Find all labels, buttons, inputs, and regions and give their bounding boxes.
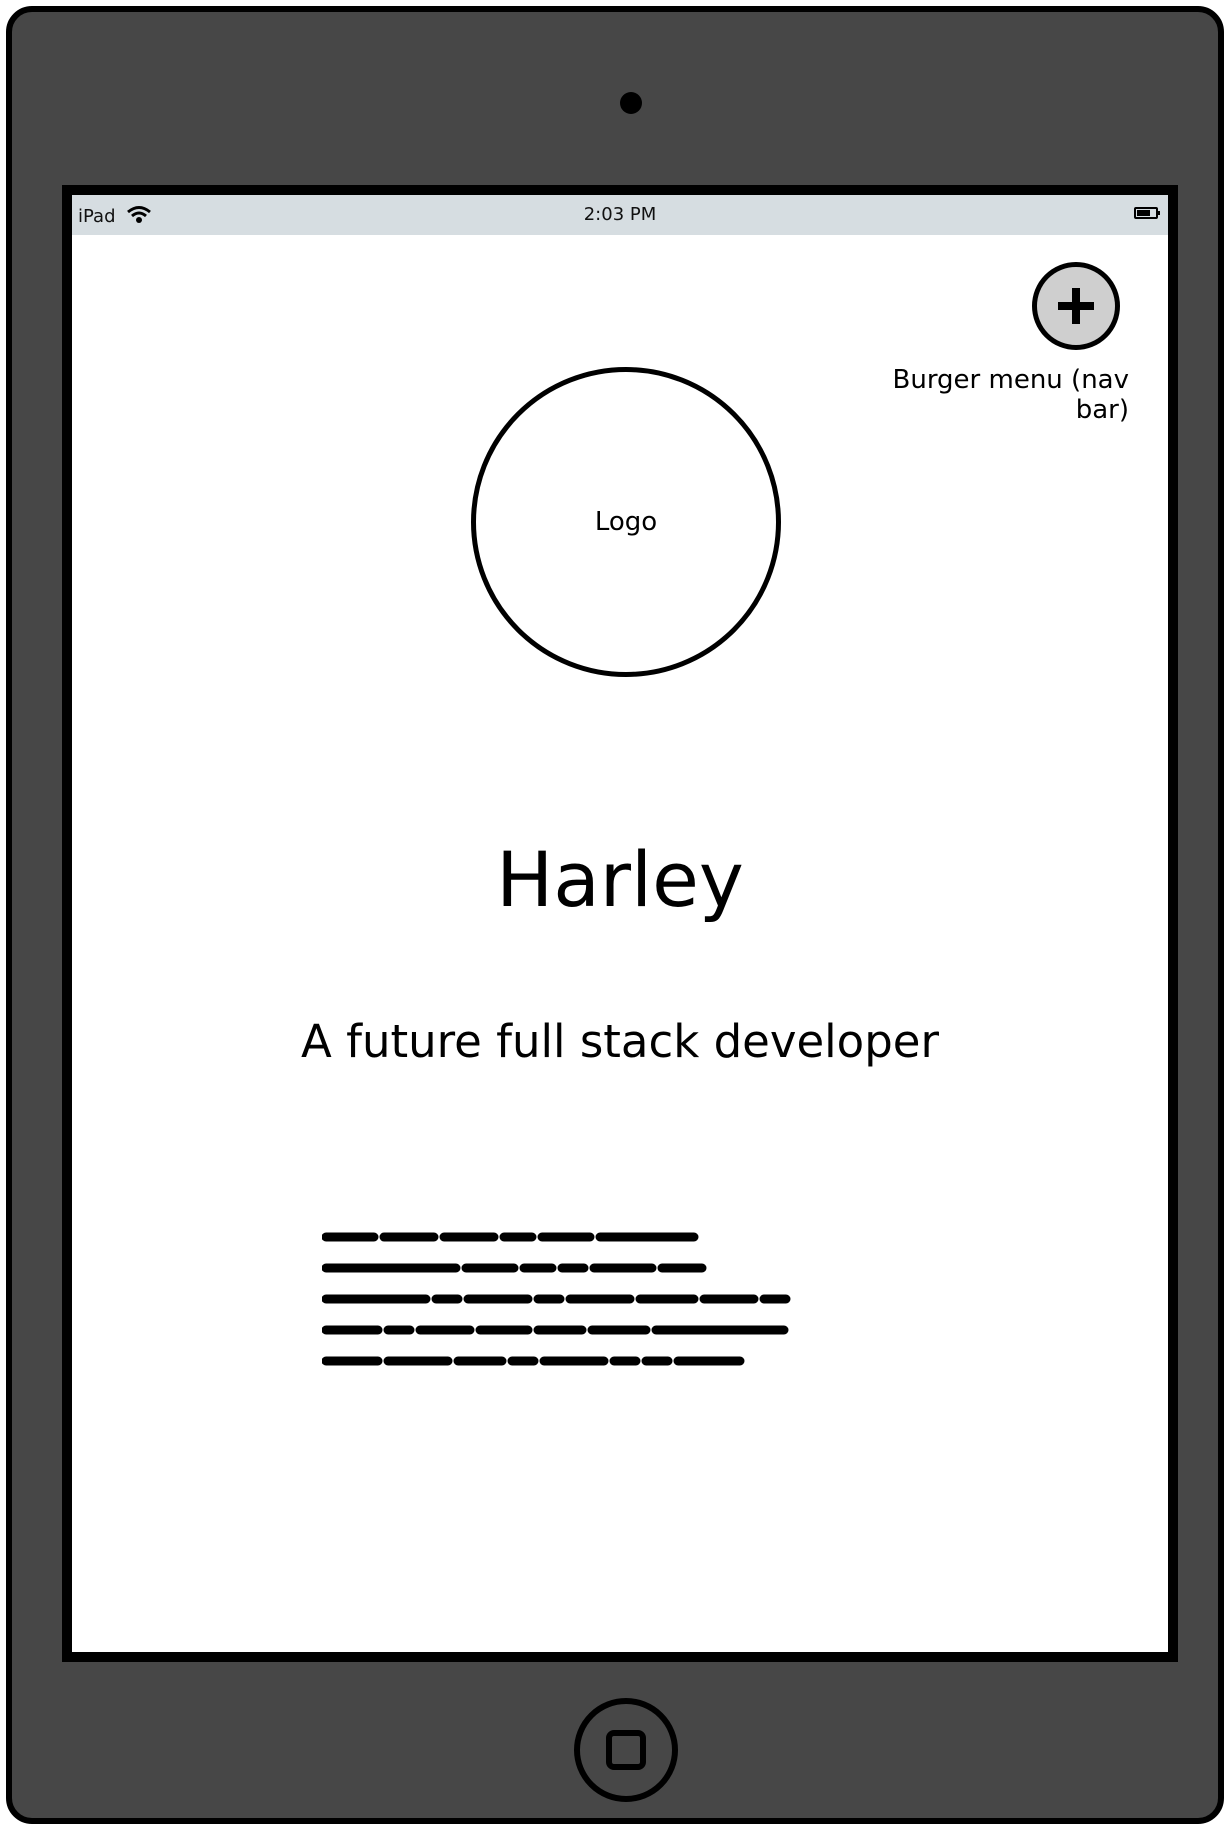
ipad-frame: iPad 2:03 PM Burger menu (nav bar) Logo … [6, 6, 1224, 1824]
logo-label: Logo [594, 507, 658, 537]
home-square-icon [606, 1730, 646, 1770]
home-button[interactable] [574, 1698, 678, 1802]
page-subtitle: A future full stack developer [301, 1015, 939, 1068]
burger-menu-button[interactable] [1032, 262, 1120, 350]
logo-placeholder: Logo [471, 367, 781, 677]
screen: iPad 2:03 PM Burger menu (nav bar) Logo … [62, 185, 1178, 1662]
status-bar: iPad 2:03 PM [72, 195, 1168, 235]
burger-menu-label: Burger menu (nav bar) [892, 365, 1130, 425]
page-title: Harley [496, 835, 744, 924]
camera-dot [620, 92, 642, 114]
status-time: 2:03 PM [583, 204, 657, 225]
battery-icon [1134, 207, 1160, 219]
placeholder-text-block [321, 1225, 922, 1389]
